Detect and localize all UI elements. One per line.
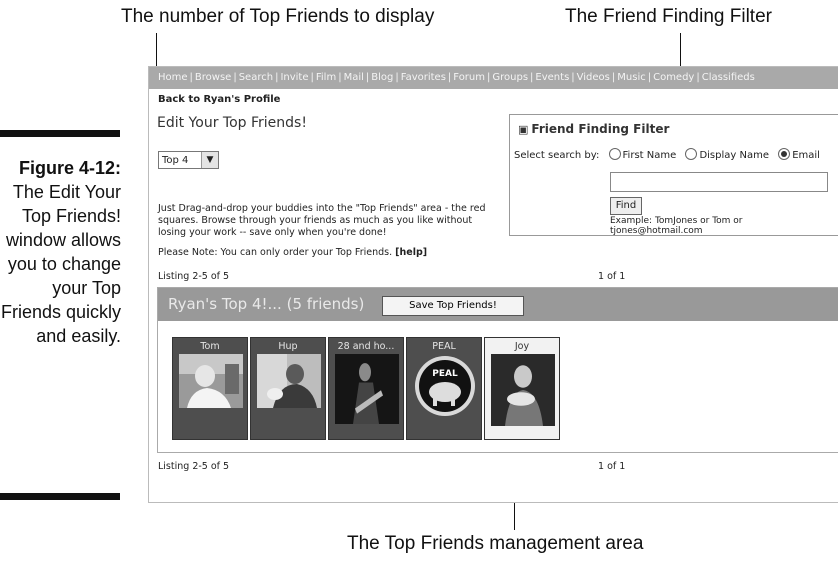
- nav-item-comedy[interactable]: Comedy: [653, 72, 694, 83]
- friend-name: PEAL: [432, 341, 456, 352]
- nav-separator: |: [696, 72, 700, 83]
- figure-text: The Edit Your Top Friends! window allows…: [0, 182, 121, 346]
- nav-separator: |: [647, 72, 652, 83]
- nav-item-browse[interactable]: Browse: [195, 72, 231, 83]
- figure-caption: Figure 4-12: The Edit Your Top Friends! …: [0, 156, 121, 348]
- nav-item-search[interactable]: Search: [239, 72, 273, 83]
- nav-item-forum[interactable]: Forum: [453, 72, 485, 83]
- users-icon: ▣: [518, 123, 529, 136]
- listing-count-bottom: Listing 2-5 of 5: [158, 461, 230, 472]
- nav-separator: |: [310, 72, 314, 83]
- example-line-2: tjones@hotmail.com: [610, 226, 703, 236]
- callout-friend-filter: The Friend Finding Filter: [565, 6, 772, 27]
- search-by-label: Select search by:: [514, 150, 600, 161]
- caption-bar-bottom: [0, 493, 120, 500]
- top-count-select[interactable]: Top 4 ▼: [158, 151, 219, 169]
- nav-item-home[interactable]: Home: [158, 72, 188, 83]
- friend-photo: [491, 354, 555, 426]
- radio-display-name-label: Display Name: [699, 150, 769, 161]
- nav-item-invite[interactable]: Invite: [280, 72, 308, 83]
- friend-photo: [257, 354, 321, 408]
- friend-finding-filter: ▣ Friend Finding Filter Select search by:…: [509, 114, 838, 236]
- radio-display-name[interactable]: [685, 148, 698, 160]
- find-button[interactable]: Find: [610, 197, 642, 215]
- search-example: Example: TomJones or Tom or tjones@hotma…: [610, 216, 743, 236]
- filter-title-text: Friend Finding Filter: [531, 122, 670, 136]
- friend-name: Joy: [514, 341, 530, 352]
- nav-separator: |: [189, 72, 193, 83]
- friend-name: Tom: [200, 341, 220, 352]
- note-prefix: Please Note: You can only order your Top…: [158, 247, 393, 258]
- chevron-down-icon[interactable]: ▼: [201, 152, 218, 168]
- nav-item-classifieds[interactable]: Classifieds: [702, 72, 755, 83]
- nav-item-blog[interactable]: Blog: [371, 72, 393, 83]
- nav-item-mail[interactable]: Mail: [344, 72, 364, 83]
- nav-item-favorites[interactable]: Favorites: [401, 72, 446, 83]
- top-friends-header: Ryan's Top 4!... (5 friends) Save Top Fr…: [158, 288, 838, 321]
- search-input[interactable]: [610, 172, 828, 192]
- instructions-text: Just Drag-and-drop your buddies into the…: [158, 203, 486, 238]
- friend-tile-peal[interactable]: PEAL PEAL: [406, 337, 482, 440]
- top-count-value: Top 4: [162, 155, 189, 166]
- nav-item-videos[interactable]: Videos: [577, 72, 610, 83]
- peal-logo-text: PEAL: [432, 369, 458, 379]
- back-to-profile-link[interactable]: Back to Ryan's Profile: [158, 94, 280, 105]
- nav-separator: |: [395, 72, 399, 83]
- radio-first-name[interactable]: [608, 148, 621, 160]
- save-top-friends-button[interactable]: Save Top Friends!: [382, 296, 524, 316]
- page-title: Edit Your Top Friends!: [157, 115, 307, 131]
- figure-label: Figure 4-12:: [18, 158, 121, 178]
- callout-management-area: The Top Friends management area: [347, 533, 644, 554]
- pager-bottom: 1 of 1: [598, 461, 626, 472]
- nav-separator: |: [571, 72, 575, 83]
- friend-photo: [335, 354, 399, 424]
- radio-email-label: Email: [792, 150, 820, 161]
- nav-item-events[interactable]: Events: [535, 72, 569, 83]
- radio-first-name-label: First Name: [622, 150, 677, 161]
- help-link[interactable]: [help]: [395, 247, 427, 258]
- top-friends-area: Ryan's Top 4!... (5 friends) Save Top Fr…: [157, 287, 838, 453]
- search-by-row: Select search by: First Name Display Nam…: [514, 148, 820, 161]
- friend-tile-hup[interactable]: Hup: [250, 337, 326, 440]
- friend-tile-tom[interactable]: Tom: [172, 337, 248, 440]
- note-text: Please Note: You can only order your Top…: [158, 247, 427, 258]
- example-line-1: Example: TomJones or Tom or: [610, 216, 743, 226]
- nav-item-music[interactable]: Music: [617, 72, 645, 83]
- callout-top-friends-count: The number of Top Friends to display: [121, 6, 435, 27]
- top-nav-bar: Home | Browse | Search | Invite | Film | Mail | Blog…: [149, 67, 838, 89]
- friend-photo: [179, 354, 243, 408]
- friend-name: Hup: [278, 341, 298, 352]
- peal-logo: PEAL: [415, 356, 475, 416]
- radio-email[interactable]: [778, 148, 791, 160]
- listing-count-top: Listing 2-5 of 5: [158, 271, 230, 282]
- nav-item-groups[interactable]: Groups: [492, 72, 528, 83]
- nav-separator: |: [338, 72, 342, 83]
- friend-name: 28 and ho...: [337, 341, 395, 352]
- friend-tile-28[interactable]: 28 and ho...: [328, 337, 404, 440]
- nav-separator: |: [233, 72, 237, 83]
- pager-top: 1 of 1: [598, 271, 626, 282]
- filter-title: ▣ Friend Finding Filter: [518, 122, 669, 136]
- friend-tile-joy[interactable]: Joy: [484, 337, 560, 440]
- top-friends-title: Ryan's Top 4!... (5 friends): [168, 295, 365, 313]
- caption-bar-top: [0, 130, 120, 137]
- screenshot-window: Home | Browse | Search | Invite | Film | Mail | Blog…: [148, 66, 838, 503]
- nav-item-film[interactable]: Film: [316, 72, 336, 83]
